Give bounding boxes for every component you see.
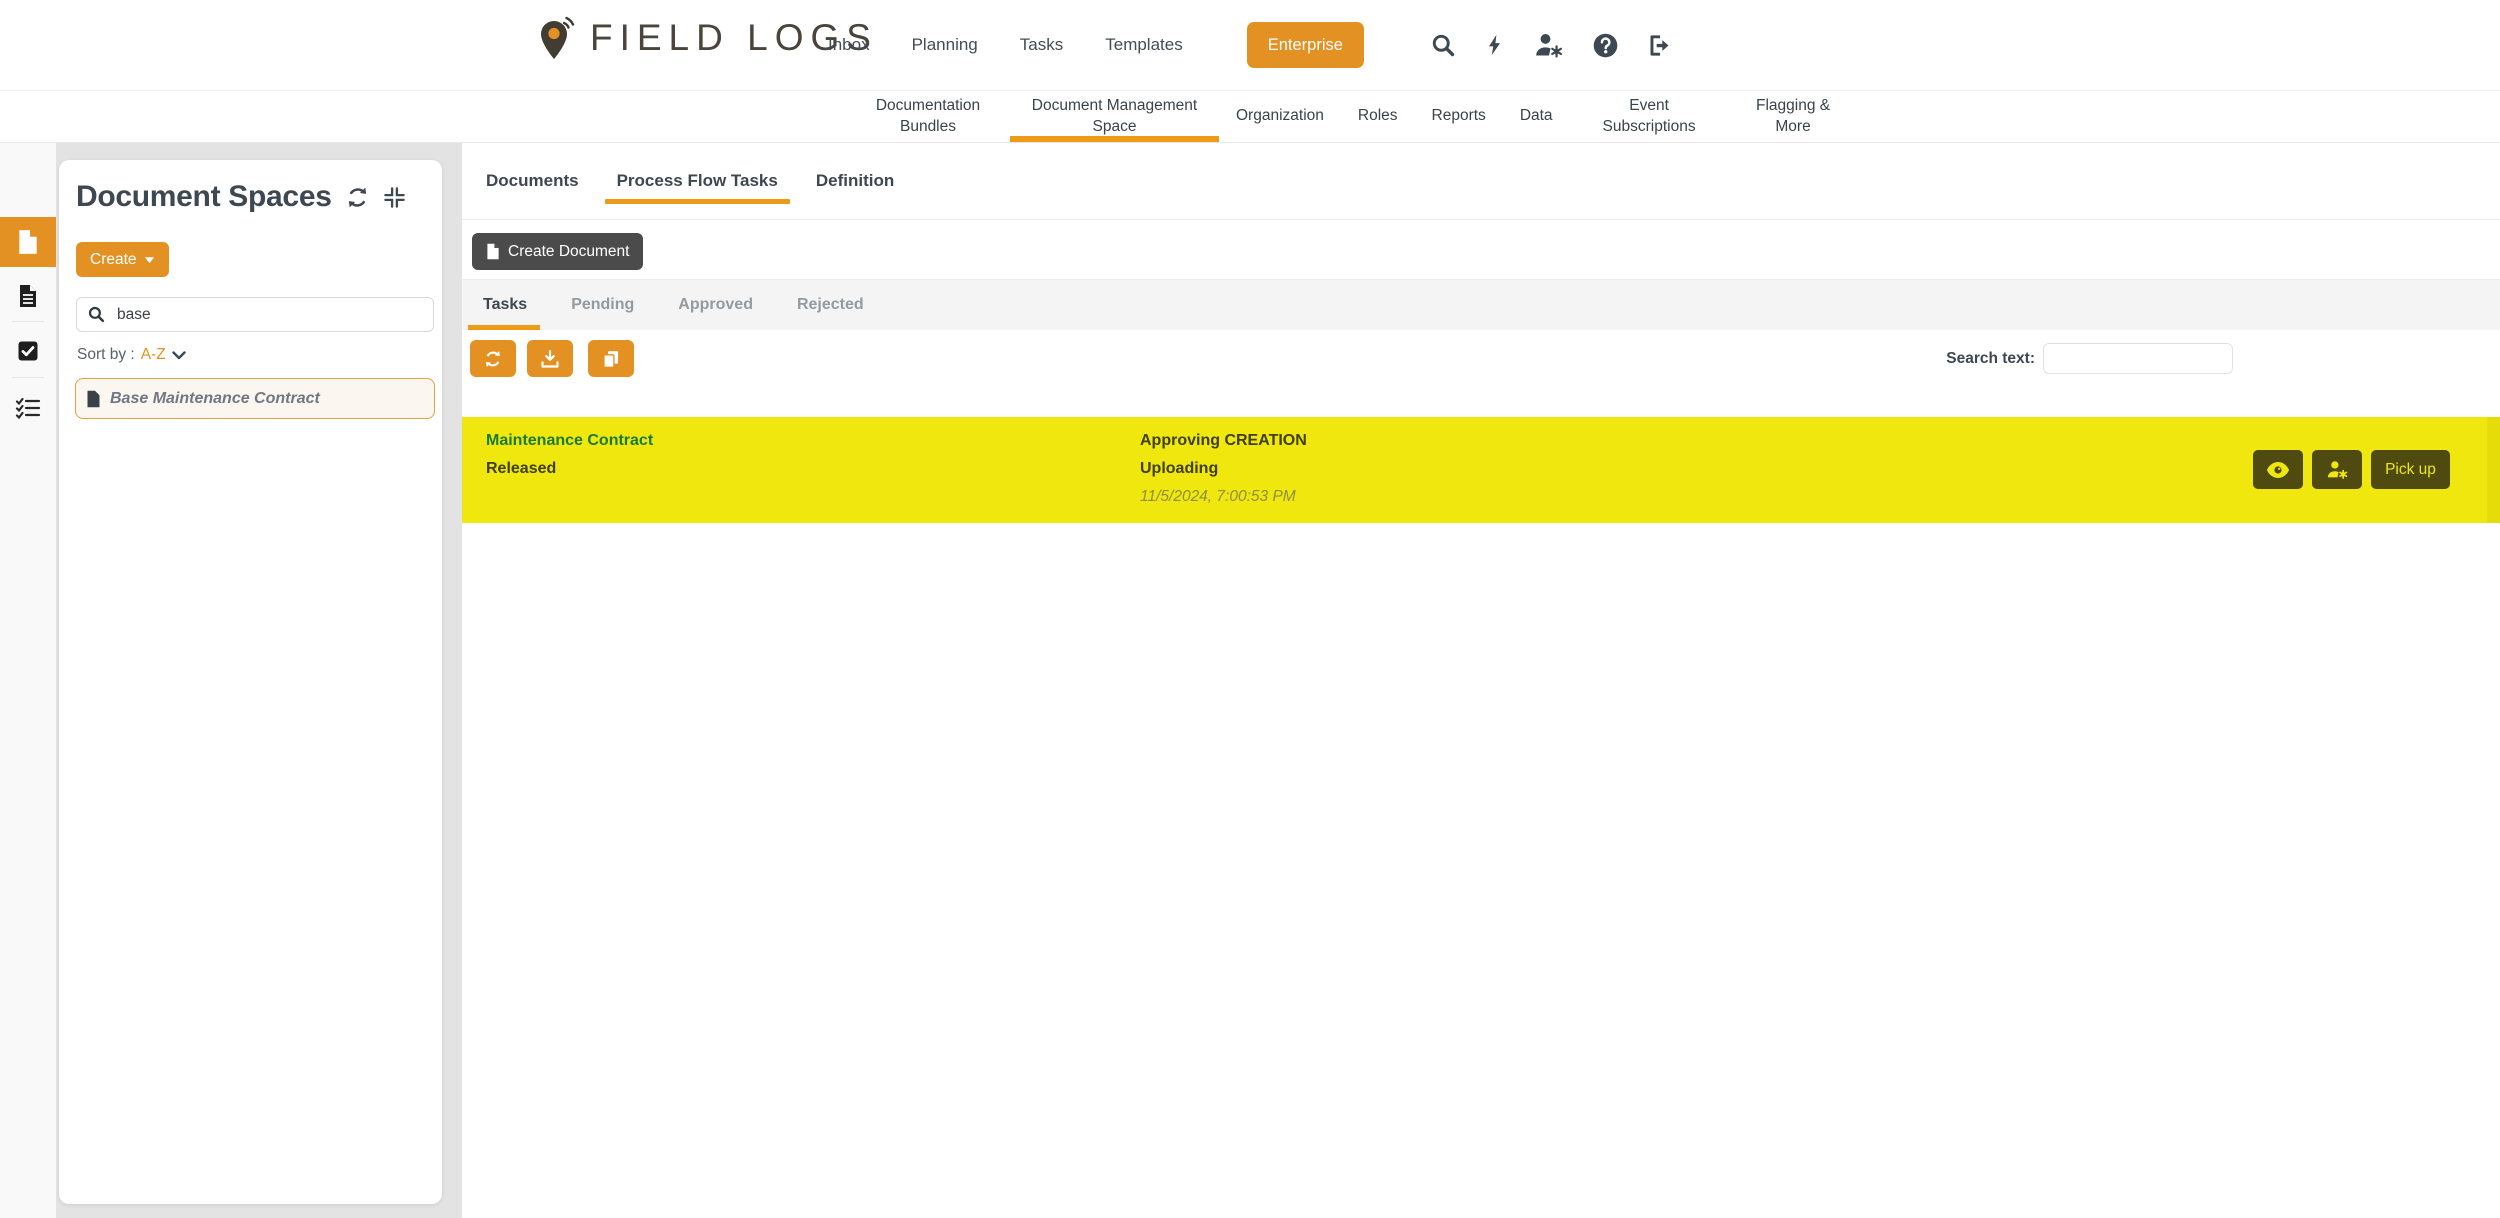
copy-button[interactable] <box>588 340 634 377</box>
rail-item-checklist[interactable] <box>0 395 56 421</box>
subtab-rejected[interactable]: Rejected <box>797 280 864 330</box>
pick-up-button[interactable]: Pick up <box>2371 450 2450 489</box>
caret-down-icon <box>144 256 155 264</box>
brand-logo[interactable]: FIELD LOGS <box>535 15 878 61</box>
document-icon <box>17 229 39 255</box>
nav-planning[interactable]: Planning <box>912 35 978 55</box>
document-spaces-panel: Document Spaces Create <box>59 160 442 1204</box>
view-task-button[interactable] <box>2253 450 2303 489</box>
copy-icon <box>601 349 621 369</box>
task-search-group: Search text: <box>1946 343 2233 374</box>
sort-control[interactable]: Sort by : A-Z <box>77 346 186 364</box>
tab-definition[interactable]: Definition <box>816 143 894 219</box>
row-scroll-strip <box>2487 417 2500 523</box>
sort-label: Sort by : <box>77 346 135 364</box>
subnav-documentation-bundles[interactable]: Documentation Bundles <box>846 91 1010 142</box>
logout-icon[interactable] <box>1646 32 1673 59</box>
document-icon <box>486 243 500 260</box>
create-document-button[interactable]: Create Document <box>472 233 643 270</box>
app-window: FIELD LOGS Inbox Planning Tasks Template… <box>0 0 2500 1218</box>
document-icon <box>86 390 101 408</box>
subtab-tasks[interactable]: Tasks <box>483 280 527 330</box>
subnav-data[interactable]: Data <box>1503 91 1570 142</box>
document-lines-icon <box>18 284 38 308</box>
download-icon <box>540 349 560 369</box>
search-icon <box>87 305 106 324</box>
subnav-document-management-space[interactable]: Document Management Space <box>1010 91 1219 142</box>
divider <box>12 321 44 322</box>
task-document-name: Maintenance Contract <box>486 432 653 450</box>
panel-title: Document Spaces <box>76 180 332 214</box>
checklist-icon <box>15 397 41 419</box>
nav-templates[interactable]: Templates <box>1105 35 1182 55</box>
search-icon[interactable] <box>1430 32 1457 59</box>
divider <box>12 377 44 378</box>
subtab-approved[interactable]: Approved <box>678 280 753 330</box>
collapse-icon[interactable] <box>383 186 406 209</box>
header-icons <box>1430 31 1673 59</box>
rail-item-tasks[interactable] <box>0 338 56 364</box>
task-timestamp: 11/5/2024, 7:00:53 PM <box>1140 488 1307 506</box>
task-step: Approving CREATION <box>1140 432 1307 450</box>
space-search-box <box>76 297 434 332</box>
task-toolbar: Search text: <box>462 330 2500 417</box>
enterprise-button[interactable]: Enterprise <box>1247 22 1364 68</box>
eye-icon <box>2266 461 2290 479</box>
help-icon[interactable] <box>1592 32 1619 59</box>
subnav-roles[interactable]: Roles <box>1341 91 1415 142</box>
refresh-button[interactable] <box>470 340 516 377</box>
refresh-icon[interactable] <box>345 185 370 210</box>
location-pin-icon <box>535 15 575 61</box>
chevron-down-icon <box>172 351 186 360</box>
task-search-input[interactable] <box>2043 343 2233 374</box>
left-icon-rail <box>0 143 56 1218</box>
subnav-reports[interactable]: Reports <box>1415 91 1503 142</box>
subnav-flagging-more[interactable]: Flagging & More <box>1729 91 1858 142</box>
subnav-event-subscriptions[interactable]: Event Subscriptions <box>1570 91 1729 142</box>
rail-item-document-spaces[interactable] <box>0 217 56 267</box>
user-settings-icon[interactable] <box>1533 31 1565 59</box>
task-status: Released <box>486 460 653 478</box>
create-space-button[interactable]: Create <box>76 242 169 277</box>
task-subtabs: Tasks Pending Approved Rejected <box>462 280 2500 330</box>
create-document-label: Create Document <box>508 243 629 261</box>
space-item-name: Base Maintenance Contract <box>110 390 320 408</box>
sort-value: A-Z <box>141 346 166 364</box>
task-row-highlighted[interactable]: Maintenance Contract Released Approving … <box>462 417 2500 523</box>
document-spaces-module: Document Spaces Create <box>56 143 462 1218</box>
search-text-label: Search text: <box>1946 350 2035 368</box>
space-search-input[interactable] <box>115 305 423 325</box>
tab-documents[interactable]: Documents <box>486 143 579 219</box>
nav-inbox[interactable]: Inbox <box>828 35 870 55</box>
create-button-label: Create <box>90 251 137 269</box>
tab-process-flow-tasks[interactable]: Process Flow Tasks <box>617 143 778 219</box>
header-nav: Inbox Planning Tasks Templates Enterpris… <box>828 0 1673 90</box>
lightning-icon[interactable] <box>1484 32 1506 58</box>
task-actions: Pick up <box>2253 450 2450 489</box>
top-header: FIELD LOGS Inbox Planning Tasks Template… <box>0 0 2500 90</box>
space-tabbar: Documents Process Flow Tasks Definition <box>462 143 2500 220</box>
enterprise-subnav: Documentation Bundles Document Managemen… <box>0 90 2500 143</box>
rail-item-documents[interactable] <box>0 283 56 309</box>
assign-user-button[interactable] <box>2312 450 2362 489</box>
refresh-icon <box>483 349 503 369</box>
assign-user-icon <box>2325 459 2350 480</box>
subnav-organization[interactable]: Organization <box>1219 91 1341 142</box>
nav-tasks[interactable]: Tasks <box>1020 35 1063 55</box>
create-document-row: Create Document <box>462 220 2500 280</box>
download-button[interactable] <box>527 340 573 377</box>
subtab-pending[interactable]: Pending <box>571 280 634 330</box>
space-list-item-selected[interactable]: Base Maintenance Contract <box>75 378 435 419</box>
main-content: Documents Process Flow Tasks Definition … <box>462 143 2500 1218</box>
task-phase: Uploading <box>1140 460 1307 478</box>
check-square-icon <box>16 339 40 363</box>
